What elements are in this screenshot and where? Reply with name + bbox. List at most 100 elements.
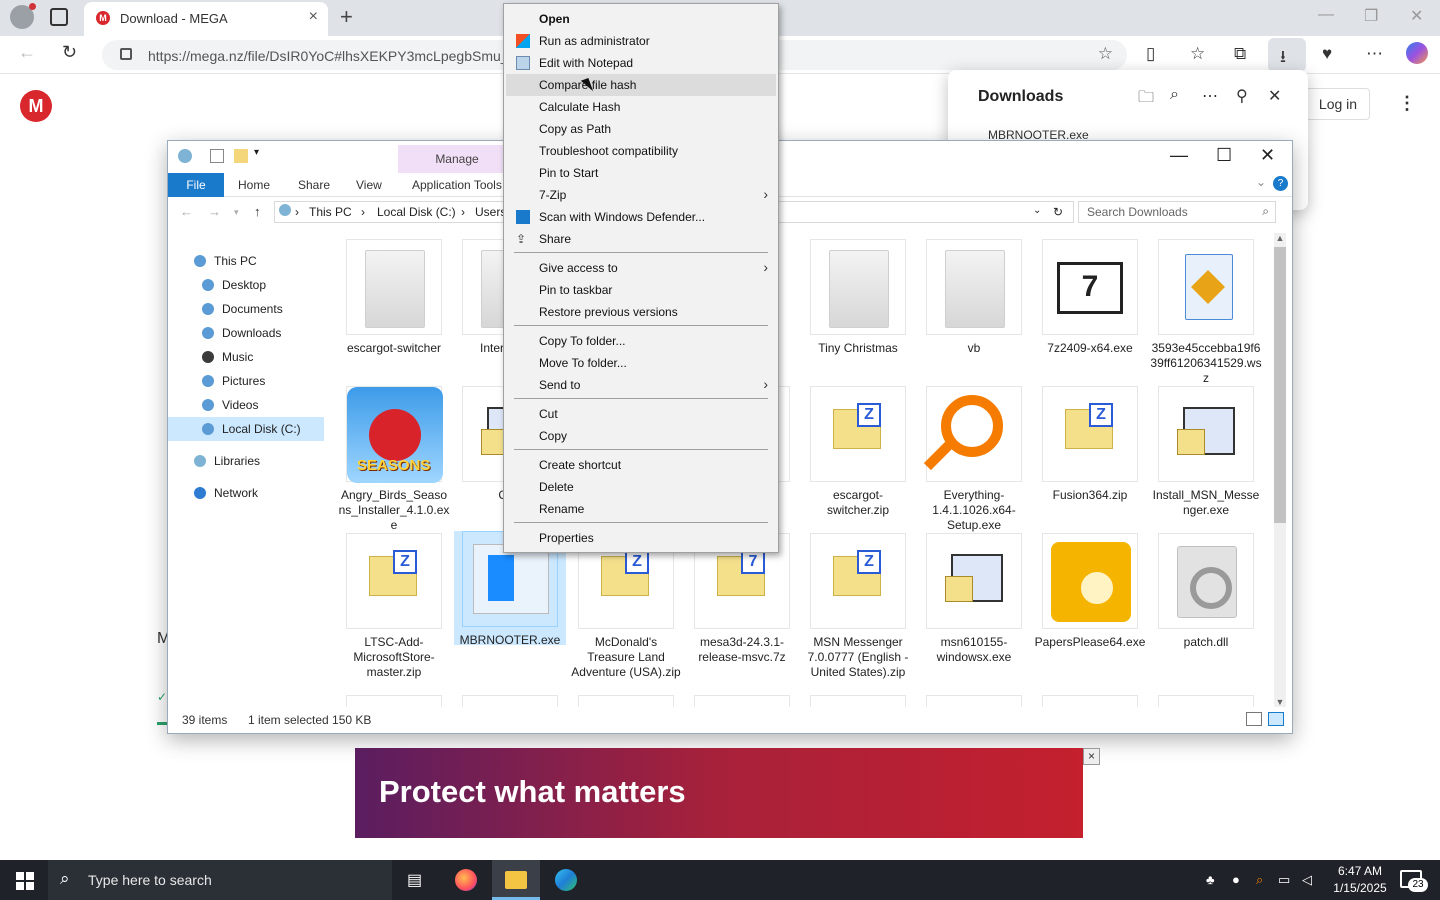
address-dropdown-icon[interactable]: ⌄ [1033, 205, 1041, 216]
file-item[interactable]: vb [918, 239, 1030, 389]
file-item[interactable]: SEASONS Angry_Birds_Seasons_Installer_4.… [338, 386, 450, 536]
scroll-down-icon[interactable]: ▼ [1274, 697, 1286, 707]
file-item[interactable]: 3593e45ccebba19f639ff61206341529.wsz [1150, 239, 1262, 389]
nav-item-documents[interactable]: Documents [168, 297, 324, 321]
explorer-back-icon[interactable]: ← [180, 204, 193, 219]
explorer-search-input[interactable]: Search Downloads ⌕ [1078, 201, 1276, 223]
nav-item-this-pc[interactable]: This PC [168, 249, 324, 273]
restore-icon[interactable]: ❐ [1364, 6, 1378, 26]
menu-item-share[interactable]: ⇪ Share [506, 228, 776, 250]
page-menu-icon[interactable]: ⋮ [1398, 93, 1416, 114]
file-item[interactable]: Tiny Christmas [802, 239, 914, 389]
details-view-icon[interactable] [1246, 712, 1262, 726]
file-item[interactable]: PapersPlease64.exe [1034, 533, 1146, 683]
tab-close-icon[interactable]: × [309, 8, 318, 26]
nav-item-pictures[interactable]: Pictures [168, 369, 324, 393]
menu-item-run-as-administrator[interactable]: Run as administrator [506, 30, 776, 52]
menu-item-copy[interactable]: Copy [506, 425, 776, 447]
ribbon-expand-icon[interactable]: ⌄ [1256, 175, 1266, 189]
browser-essentials-icon[interactable]: ♥ [1322, 44, 1332, 64]
refresh-icon[interactable]: ↻ [62, 42, 77, 63]
menu-item-pin-to-taskbar[interactable]: Pin to taskbar [506, 279, 776, 301]
new-folder-quick-icon[interactable] [234, 149, 248, 163]
menu-item-calculate-hash[interactable]: Calculate Hash [506, 96, 776, 118]
collections-icon[interactable]: ⧉ [1234, 44, 1246, 64]
tray-drop-icon[interactable]: ● [1232, 872, 1240, 887]
pin-icon[interactable]: ⚲ [1236, 86, 1248, 106]
task-view-button[interactable]: ▤ [392, 860, 440, 900]
vertical-scrollbar[interactable]: ▲ ▼ [1274, 233, 1286, 711]
ribbon-application-tools-tab[interactable]: Application Tools [412, 178, 502, 192]
large-icons-view-icon[interactable] [1268, 712, 1284, 726]
menu-item-7zip[interactable]: 7-Zip › [506, 184, 776, 206]
close-panel-icon[interactable]: ✕ [1268, 86, 1281, 106]
quick-access-dropdown-icon[interactable]: ▾ [254, 147, 259, 158]
menu-item-cut[interactable]: Cut [506, 403, 776, 425]
file-item[interactable]: Z MSN Messenger 7.0.0777 (English - Unit… [802, 533, 914, 683]
tab-actions-icon[interactable] [50, 8, 68, 26]
settings-more-icon[interactable]: ⋯ [1366, 44, 1383, 64]
file-item[interactable]: Z McDonald's Treasure Land Adventure (US… [570, 533, 682, 683]
close-window-icon[interactable]: ✕ [1410, 6, 1423, 26]
menu-item-troubleshoot-compatibility[interactable]: Troubleshoot compatibility [506, 140, 776, 162]
menu-item-move-to-folder[interactable]: Move To folder... [506, 352, 776, 374]
ribbon-view-tab[interactable]: View [356, 178, 382, 192]
file-item[interactable]: Everything-1.4.1.1026.x64-Setup.exe [918, 386, 1030, 536]
ad-close-button[interactable]: × [1083, 748, 1100, 765]
menu-item-delete[interactable]: Delete [506, 476, 776, 498]
file-item[interactable]: msn610155-windowsx.exe [918, 533, 1030, 683]
start-windows-icon[interactable] [16, 872, 34, 890]
taskbar-edge[interactable] [542, 860, 590, 900]
nav-item-videos[interactable]: Videos [168, 393, 324, 417]
breadcrumb-local-disk[interactable]: Local Disk (C:) [377, 205, 456, 219]
system-clock[interactable]: 6:47 AM 1/15/2025 [1324, 863, 1396, 897]
menu-item-rename[interactable]: Rename [506, 498, 776, 520]
menu-item-create-shortcut[interactable]: Create shortcut [506, 454, 776, 476]
copilot-icon[interactable] [1406, 42, 1428, 64]
nav-item-network[interactable]: Network [168, 481, 324, 505]
file-item[interactable]: escargot-switcher [338, 239, 450, 389]
scrollbar-thumb[interactable] [1274, 247, 1286, 523]
menu-item-properties[interactable]: Properties [506, 527, 776, 549]
help-icon[interactable]: ? [1273, 176, 1288, 191]
explorer-maximize-icon[interactable]: ☐ [1216, 145, 1232, 166]
menu-item-restore-previous-versions[interactable]: Restore previous versions [506, 301, 776, 323]
explorer-minimize-icon[interactable]: — [1170, 145, 1188, 166]
ribbon-home-tab[interactable]: Home [238, 178, 270, 192]
file-item[interactable]: Z Fusion364.zip [1034, 386, 1146, 536]
nav-item-local-disk[interactable]: Local Disk (C:) [168, 417, 324, 441]
menu-item-copy-as-path[interactable]: Copy as Path [506, 118, 776, 140]
menu-item-scan-defender[interactable]: Scan with Windows Defender... [506, 206, 776, 228]
explorer-forward-icon[interactable]: → [208, 204, 221, 219]
file-item[interactable]: 7 mesa3d-24.3.1-release-msvc.7z [686, 533, 798, 683]
nav-item-libraries[interactable]: Libraries [168, 449, 324, 473]
file-item[interactable]: Z escargot-switcher.zip [802, 386, 914, 536]
minimize-icon[interactable]: — [1318, 6, 1334, 24]
file-item[interactable]: Z LTSC-Add-MicrosoftStore-master.zip [338, 533, 450, 683]
file-item[interactable]: 7 7z2409-x64.exe [1034, 239, 1146, 389]
downloads-button[interactable]: ⭳ [1268, 38, 1306, 72]
file-item[interactable]: Install_MSN_Messenger.exe [1150, 386, 1262, 536]
ribbon-share-tab[interactable]: Share [298, 178, 330, 192]
refresh-folder-icon[interactable]: ↻ [1053, 205, 1063, 219]
favorite-star-icon[interactable]: ☆ [1098, 44, 1113, 64]
profile-avatar[interactable] [10, 3, 36, 29]
breadcrumb-users[interactable]: Users [475, 205, 506, 219]
ribbon-file-tab[interactable]: File [168, 173, 224, 197]
taskbar-firefox[interactable] [442, 860, 490, 900]
taskbar-file-explorer[interactable] [492, 860, 540, 900]
breadcrumb-this-pc[interactable]: This PC [309, 205, 352, 219]
open-folder-icon[interactable]: 🗀 [1138, 86, 1154, 113]
menu-item-send-to[interactable]: Send to › [506, 374, 776, 396]
nav-item-music[interactable]: Music [168, 345, 324, 369]
mega-logo[interactable]: M [20, 90, 52, 122]
new-tab-button[interactable]: + [340, 4, 353, 30]
volume-icon[interactable]: ◁ [1302, 872, 1312, 888]
nav-item-downloads[interactable]: Downloads [168, 321, 324, 345]
file-item[interactable]: patch.dll [1150, 533, 1262, 683]
tray-app-icon[interactable]: ♣ [1206, 872, 1215, 887]
explorer-close-icon[interactable]: ✕ [1260, 145, 1275, 166]
scroll-up-icon[interactable]: ▲ [1274, 233, 1286, 243]
menu-item-copy-to-folder[interactable]: Copy To folder... [506, 330, 776, 352]
recent-locations-icon[interactable]: ▾ [234, 207, 239, 218]
